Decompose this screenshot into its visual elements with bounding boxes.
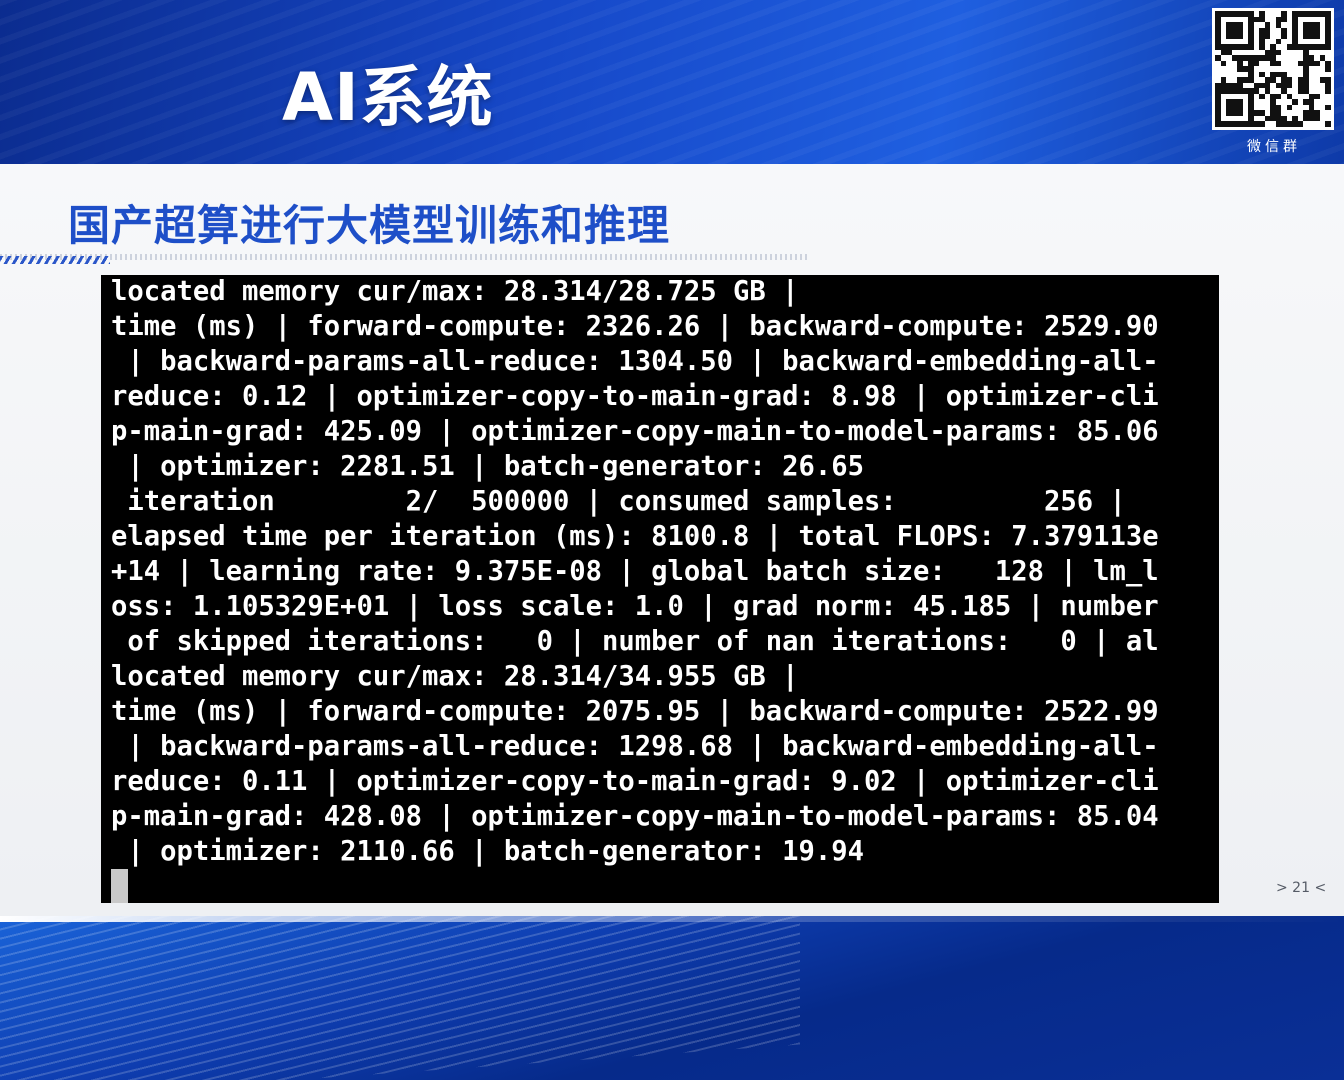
slide-title: 国产超算进行大模型训练和推理 [68, 201, 671, 250]
top-banner: AI系统 微信群 [0, 0, 1344, 164]
terminal-line: oss: 1.105329E+01 | loss scale: 1.0 | gr… [111, 591, 1159, 622]
terminal-line: +14 | learning rate: 9.375E-08 | global … [111, 556, 1159, 587]
qr-caption: 微信群 [1247, 139, 1301, 155]
title-accent-stripes [0, 256, 110, 264]
terminal-line: located memory cur/max: 28.314/34.955 GB… [111, 661, 799, 692]
terminal-line: time (ms) | forward-compute: 2326.26 | b… [111, 311, 1159, 342]
terminal-output: located memory cur/max: 28.314/28.725 GB… [111, 275, 1159, 869]
terminal-line: reduce: 0.12 | optimizer-copy-to-main-gr… [111, 381, 1159, 412]
wechat-qr-block: 微信群 [1212, 8, 1336, 158]
terminal-line: | optimizer: 2281.51 | batch-generator: … [111, 451, 864, 482]
terminal-line: time (ms) | forward-compute: 2075.95 | b… [111, 696, 1159, 727]
terminal-cursor [111, 869, 128, 903]
title-divider [0, 254, 810, 260]
terminal-line: reduce: 0.11 | optimizer-copy-to-main-gr… [111, 766, 1159, 797]
terminal-line: | optimizer: 2110.66 | batch-generator: … [111, 836, 864, 867]
terminal-line: p-main-grad: 425.09 | optimizer-copy-mai… [111, 416, 1159, 447]
page-number: > 21 < [1276, 880, 1327, 896]
terminal-line: elapsed time per iteration (ms): 8100.8 … [111, 521, 1159, 552]
terminal-line: of skipped iterations: 0 | number of nan… [111, 626, 1159, 657]
terminal-line: | backward-params-all-reduce: 1304.50 | … [111, 346, 1159, 377]
terminal-line: | backward-params-all-reduce: 1298.68 | … [111, 731, 1159, 762]
qr-code-icon [1212, 8, 1334, 130]
bottom-decorative-band [0, 916, 1344, 1080]
terminal-line: p-main-grad: 428.08 | optimizer-copy-mai… [111, 801, 1159, 832]
terminal-line: located memory cur/max: 28.314/28.725 GB… [111, 276, 799, 307]
brand-title: AI系统 [282, 59, 494, 136]
slide-content: 国产超算进行大模型训练和推理 located memory cur/max: 2… [0, 164, 1344, 916]
terminal-screenshot: located memory cur/max: 28.314/28.725 GB… [101, 275, 1219, 903]
terminal-line: iteration 2/ 500000 | consumed samples: … [111, 486, 1126, 517]
